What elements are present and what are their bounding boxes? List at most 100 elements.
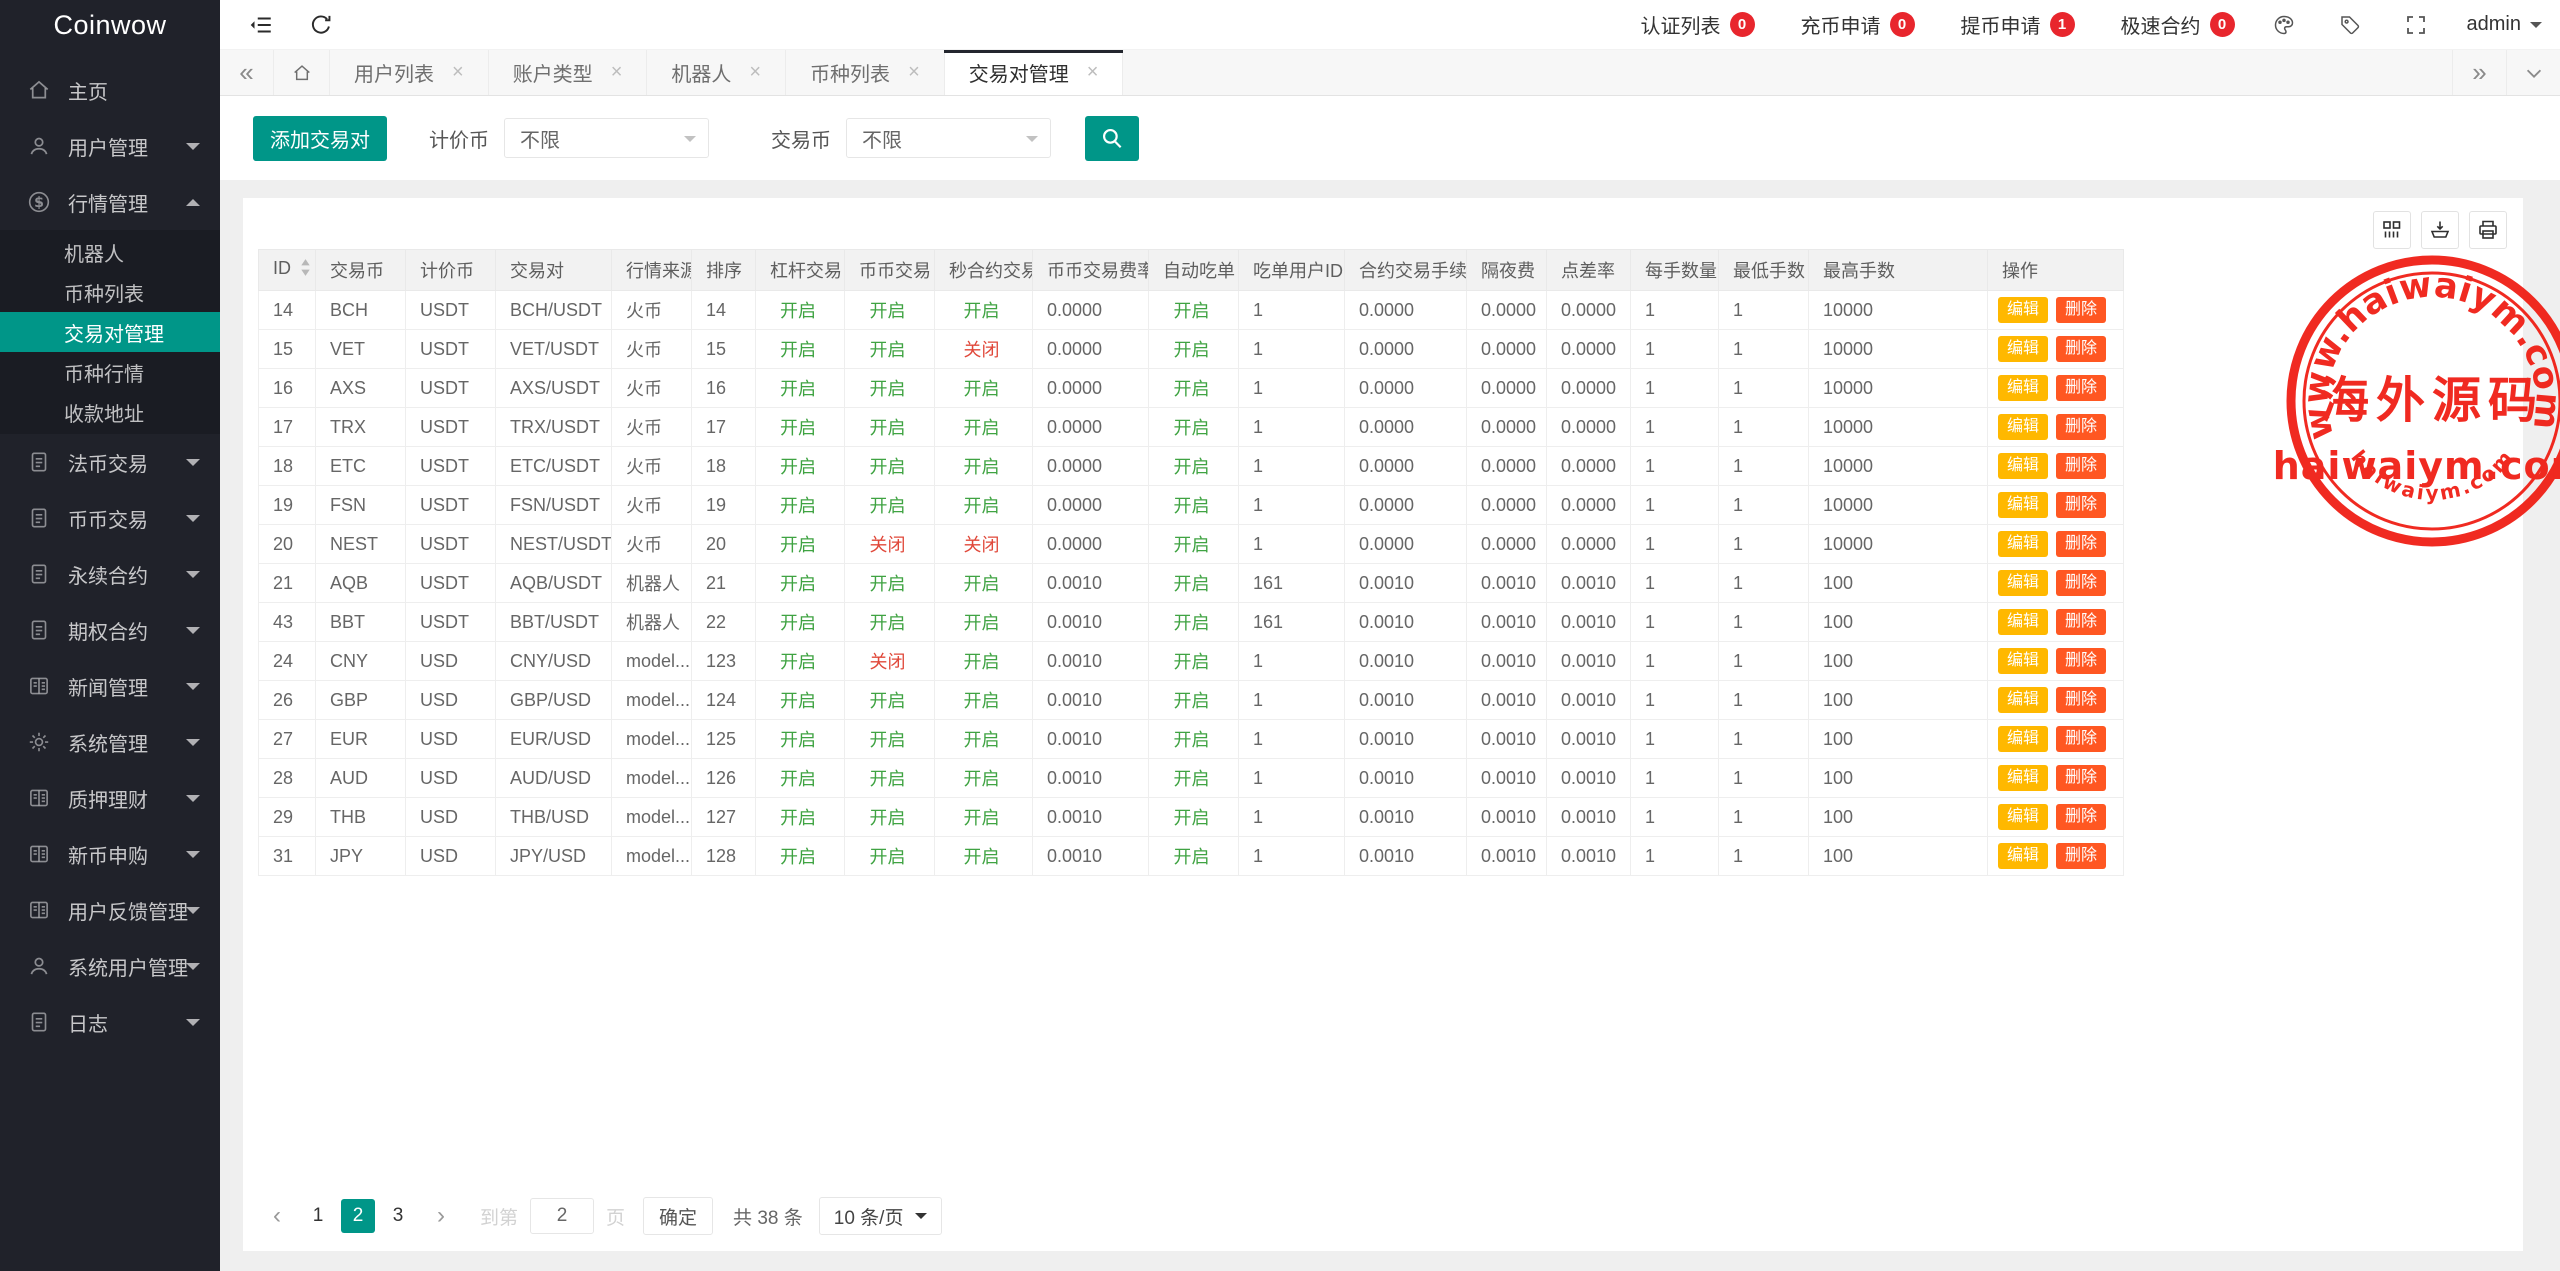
- sidebar-item-2[interactable]: $行情管理: [0, 174, 220, 230]
- tabs-menu[interactable]: [2506, 50, 2560, 95]
- jump-page-input[interactable]: [530, 1198, 594, 1234]
- edit-button[interactable]: 编辑: [1998, 609, 2048, 635]
- sidebar-item-1[interactable]: 用户管理: [0, 118, 220, 174]
- sidebar-item-10[interactable]: 新币申购: [0, 826, 220, 882]
- sidebar-item-9[interactable]: 质押理财: [0, 770, 220, 826]
- delete-button[interactable]: 删除: [2056, 297, 2106, 323]
- edit-button[interactable]: 编辑: [1998, 375, 2048, 401]
- cell-自动吃单: 开启: [1149, 681, 1239, 720]
- topbar-nav-item-0[interactable]: 认证列表0: [1641, 10, 1755, 39]
- delete-button[interactable]: 删除: [2056, 648, 2106, 674]
- sidebar-item-13[interactable]: 日志: [0, 994, 220, 1050]
- close-icon[interactable]: ×: [611, 61, 623, 84]
- tag-icon[interactable]: [2333, 8, 2367, 42]
- sidebar-item-8[interactable]: 系统管理: [0, 714, 220, 770]
- cell-排序: 19: [692, 486, 756, 525]
- user-menu[interactable]: admin: [2467, 13, 2542, 36]
- tab-2[interactable]: 机器人×: [647, 50, 786, 95]
- confirm-button[interactable]: 确定: [643, 1197, 713, 1235]
- tabs-scroll-left[interactable]: «: [220, 50, 274, 95]
- topbar-nav-item-1[interactable]: 充币申请0: [1801, 10, 1915, 39]
- delete-button[interactable]: 删除: [2056, 726, 2106, 752]
- column-header-label: 行情来源: [626, 261, 692, 281]
- tab-home[interactable]: [274, 50, 330, 95]
- close-icon[interactable]: ×: [908, 61, 920, 84]
- sidebar-subitem-2-0[interactable]: 机器人: [0, 232, 220, 272]
- sidebar-item-label: 系统管理: [68, 728, 148, 757]
- edit-button[interactable]: 编辑: [1998, 453, 2048, 479]
- next-page-button[interactable]: ›: [424, 1199, 458, 1233]
- quote-coin-select[interactable]: 不限: [504, 118, 709, 158]
- delete-button[interactable]: 删除: [2056, 765, 2106, 791]
- close-icon[interactable]: ×: [749, 61, 761, 84]
- sidebar-subitem-2-2[interactable]: 交易对管理: [0, 312, 220, 352]
- add-trading-pair-button[interactable]: 添加交易对: [253, 116, 387, 161]
- edit-button[interactable]: 编辑: [1998, 804, 2048, 830]
- search-button[interactable]: [1085, 116, 1139, 161]
- sidebar-item-0[interactable]: 主页: [0, 62, 220, 118]
- sidebar-item-11[interactable]: 用户反馈管理: [0, 882, 220, 938]
- sidebar-item-4[interactable]: 币币交易: [0, 490, 220, 546]
- page-button-1[interactable]: 1: [301, 1199, 335, 1233]
- sidebar-subitem-2-1[interactable]: 币种列表: [0, 272, 220, 312]
- page-button-2[interactable]: 2: [341, 1199, 375, 1233]
- close-icon[interactable]: ×: [1087, 61, 1099, 84]
- filter-columns-button[interactable]: [2373, 211, 2411, 249]
- edit-button[interactable]: 编辑: [1998, 726, 2048, 752]
- delete-button[interactable]: 删除: [2056, 804, 2106, 830]
- delete-button[interactable]: 删除: [2056, 375, 2106, 401]
- tab-1[interactable]: 账户类型×: [489, 50, 648, 95]
- page-button-3[interactable]: 3: [381, 1199, 415, 1233]
- sidebar-subitem-2-4[interactable]: 收款地址: [0, 392, 220, 432]
- edit-button[interactable]: 编辑: [1998, 297, 2048, 323]
- base-coin-select[interactable]: 不限: [846, 118, 1051, 158]
- refresh-icon[interactable]: [302, 6, 340, 44]
- cell-币币交易: 关闭: [845, 525, 935, 564]
- tab-4[interactable]: 交易对管理×: [945, 50, 1124, 95]
- fullscreen-icon[interactable]: [2399, 8, 2433, 42]
- delete-button[interactable]: 删除: [2056, 570, 2106, 596]
- sidebar-item-label: 用户管理: [68, 132, 148, 161]
- sidebar-item-5[interactable]: 永续合约: [0, 546, 220, 602]
- print-button[interactable]: [2469, 211, 2507, 249]
- row-actions: 编辑删除: [1988, 603, 2124, 642]
- delete-button[interactable]: 删除: [2056, 843, 2106, 869]
- edit-button[interactable]: 编辑: [1998, 570, 2048, 596]
- tab-3[interactable]: 币种列表×: [786, 50, 945, 95]
- delete-button[interactable]: 删除: [2056, 453, 2106, 479]
- edit-button[interactable]: 编辑: [1998, 648, 2048, 674]
- edit-button[interactable]: 编辑: [1998, 414, 2048, 440]
- tab-0[interactable]: 用户列表×: [330, 50, 489, 95]
- sidebar-item-7[interactable]: 新闻管理: [0, 658, 220, 714]
- delete-button[interactable]: 删除: [2056, 414, 2106, 440]
- delete-button[interactable]: 删除: [2056, 609, 2106, 635]
- cell-交易币: NEST: [316, 525, 406, 564]
- edit-button[interactable]: 编辑: [1998, 765, 2048, 791]
- delete-button[interactable]: 删除: [2056, 336, 2106, 362]
- page-size-select[interactable]: 10 条/页: [819, 1197, 943, 1235]
- prev-page-button[interactable]: ‹: [260, 1199, 294, 1233]
- edit-button[interactable]: 编辑: [1998, 336, 2048, 362]
- sort-icon[interactable]: [299, 257, 312, 283]
- cell-最低手数: 1: [1719, 603, 1809, 642]
- sidebar-item-6[interactable]: 期权合约: [0, 602, 220, 658]
- delete-button[interactable]: 删除: [2056, 531, 2106, 557]
- sidebar-item-12[interactable]: 系统用户管理: [0, 938, 220, 994]
- edit-button[interactable]: 编辑: [1998, 492, 2048, 518]
- sidebar-subitem-2-3[interactable]: 币种行情: [0, 352, 220, 392]
- close-icon[interactable]: ×: [452, 61, 464, 84]
- sidebar-item-3[interactable]: 法币交易: [0, 434, 220, 490]
- delete-button[interactable]: 删除: [2056, 492, 2106, 518]
- tabs-scroll-right[interactable]: »: [2452, 50, 2506, 95]
- gear-icon: [26, 729, 52, 755]
- topbar-nav-item-2[interactable]: 提币申请1: [1961, 10, 2075, 39]
- edit-button[interactable]: 编辑: [1998, 843, 2048, 869]
- edit-button[interactable]: 编辑: [1998, 531, 2048, 557]
- delete-button[interactable]: 删除: [2056, 687, 2106, 713]
- export-button[interactable]: [2421, 211, 2459, 249]
- topbar-nav-item-3[interactable]: 极速合约0: [2121, 10, 2235, 39]
- home-icon: [291, 62, 313, 84]
- collapse-sidebar-icon[interactable]: [242, 6, 280, 44]
- edit-button[interactable]: 编辑: [1998, 687, 2048, 713]
- theme-palette-icon[interactable]: [2267, 8, 2301, 42]
